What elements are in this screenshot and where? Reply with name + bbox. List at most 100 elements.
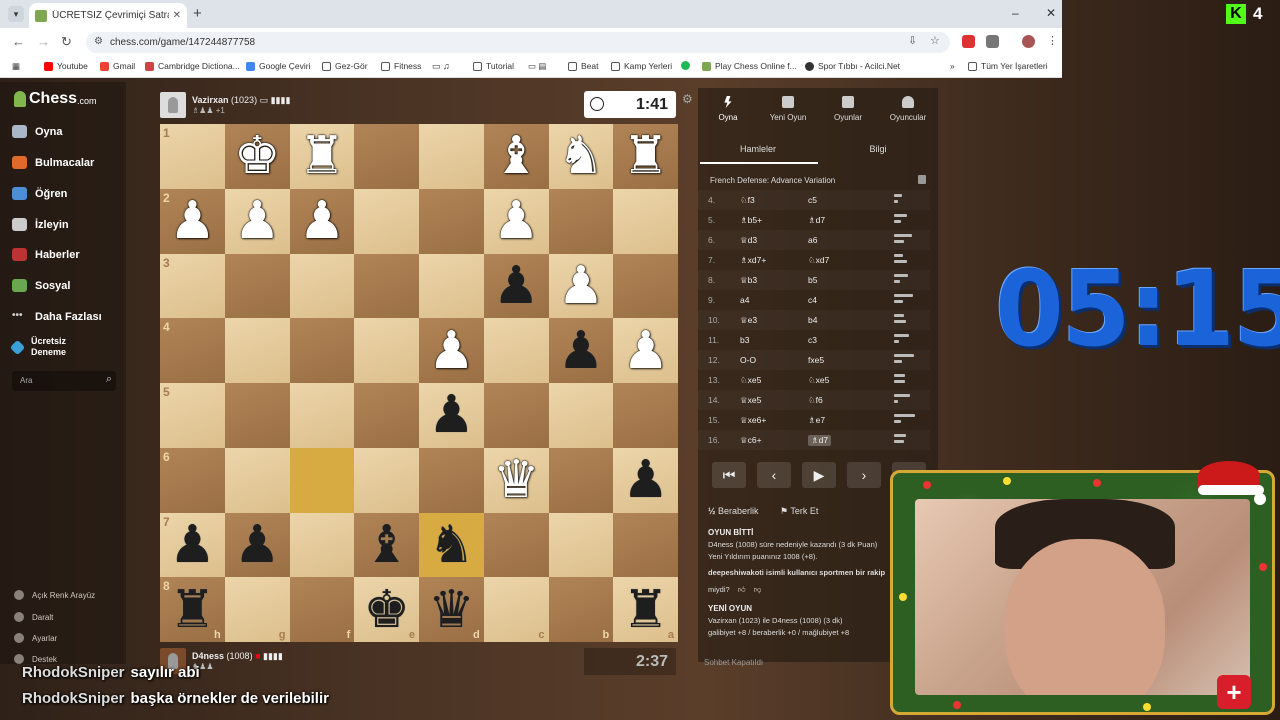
browser-menu-icon[interactable]: ⋮	[1047, 34, 1058, 47]
board-square[interactable]: ♝	[483, 124, 549, 189]
board-square[interactable]	[613, 188, 678, 254]
light-theme-toggle[interactable]: Açık Renk Arayüz	[14, 590, 95, 600]
board-square[interactable]	[354, 318, 419, 383]
board-square[interactable]: e ♚	[354, 577, 419, 642]
black-pawn-piece[interactable]: ♟	[622, 454, 669, 506]
black-move[interactable]: c5	[808, 195, 817, 205]
white-move[interactable]: ♕d3	[740, 235, 757, 246]
white-king-piece[interactable]: ♚	[234, 130, 281, 182]
board-square[interactable]: ♞	[419, 512, 484, 578]
tab-play[interactable]: Oyna	[698, 96, 758, 122]
board-square[interactable]	[419, 188, 484, 254]
white-move[interactable]: b3	[740, 335, 749, 345]
search-icon[interactable]: ⌕	[106, 373, 112, 386]
board-square[interactable]: ♜	[613, 124, 678, 189]
bookmark-fitness[interactable]: Fitness	[381, 61, 421, 71]
white-move[interactable]: ♕b3	[740, 275, 757, 286]
board-square[interactable]: ♟	[289, 188, 355, 254]
apps-grid-icon[interactable]: ▦	[12, 61, 20, 72]
white-pawn-piece[interactable]: ♟	[558, 260, 605, 312]
board-square[interactable]: d ♛	[419, 577, 484, 642]
sidebar-item-play[interactable]: Oyna	[12, 125, 63, 138]
subtab-info[interactable]: Bilgi	[818, 144, 938, 154]
black-knight-piece[interactable]: ♞	[428, 519, 475, 571]
board-square[interactable]: ♟	[483, 253, 549, 319]
sidebar-item-news[interactable]: Haberler	[12, 248, 80, 261]
white-pawn-piece[interactable]: ♟	[622, 325, 669, 377]
board-square[interactable]: c	[483, 577, 549, 642]
sidebar-item-more[interactable]: ••• Daha Fazlası	[12, 310, 102, 323]
board-square[interactable]: b	[548, 577, 614, 642]
black-move[interactable]: c3	[808, 335, 817, 345]
black-rook-piece[interactable]: ♜	[169, 584, 216, 636]
board-square[interactable]: 6	[160, 447, 225, 513]
bookmark-beat[interactable]: Beat	[568, 61, 599, 71]
minimize-icon[interactable]: –	[1012, 6, 1019, 20]
board-square[interactable]	[419, 447, 484, 513]
sidebar-item-free-trial[interactable]: Ücretsiz Deneme	[9, 336, 122, 358]
bookmark-cambridge[interactable]: Cambridge Dictiona...	[145, 61, 240, 71]
black-move[interactable]: ♘xd7	[808, 255, 829, 266]
avatar[interactable]	[160, 92, 186, 118]
board-square[interactable]	[548, 447, 614, 513]
board-square[interactable]: ♟	[613, 447, 678, 513]
white-move[interactable]: ♗xd7+	[740, 255, 766, 266]
board-square[interactable]: 5	[160, 383, 225, 448]
install-icon[interactable]: ⇩	[908, 34, 917, 47]
black-move[interactable]: ♗d7	[808, 215, 825, 226]
board-square[interactable]: ♟	[548, 253, 614, 319]
black-move[interactable]: c4	[808, 295, 817, 305]
bookmark-gmail[interactable]: Gmail	[100, 61, 135, 71]
board-square[interactable]: 2 ♟	[160, 188, 225, 254]
white-move[interactable]: ♕xe6+	[740, 415, 766, 426]
black-pawn-piece[interactable]: ♟	[428, 389, 475, 441]
reload-icon[interactable]: ↻	[61, 34, 72, 50]
board-square[interactable]	[354, 383, 419, 448]
site-info-icon[interactable]: ⚙	[94, 36, 103, 47]
white-move[interactable]: ♕c6+	[740, 435, 762, 446]
collapse-button[interactable]: Daralt	[14, 612, 53, 622]
play-moves-button[interactable]: ▶	[802, 462, 836, 488]
board-square[interactable]	[354, 253, 419, 319]
white-move[interactable]: O-O	[740, 355, 756, 365]
board-square[interactable]: ♟	[419, 383, 484, 448]
tab-search-button[interactable]: ▾	[8, 6, 24, 22]
board-square[interactable]: ♚	[224, 124, 290, 189]
extensions-puzzle-icon[interactable]	[986, 35, 999, 48]
sidebar-item-puzzles[interactable]: Bulmacalar	[12, 156, 94, 169]
black-move[interactable]: ♗e7	[808, 415, 825, 426]
chess-board[interactable]: 1 ♚ ♜ ♝ ♞ ♜ 2 ♟ ♟ ♟ ♟ 3 ♟ ♟ 4 ♟ ♟ ♟ 5 ♟ 6 ♛ ♟ 7 ♟ ♟ ♝ ♞ 8 h ♜ g f e ♚ d ♛ c b a…	[160, 124, 678, 642]
black-move[interactable]: b5	[808, 275, 817, 285]
board-square[interactable]: ♜	[289, 124, 355, 189]
board-square[interactable]	[354, 124, 419, 189]
board-square[interactable]	[224, 383, 290, 448]
black-move[interactable]: fxe5	[808, 355, 824, 365]
board-square[interactable]	[289, 447, 355, 513]
board-square[interactable]: ♟	[613, 318, 678, 383]
black-queen-piece[interactable]: ♛	[428, 584, 475, 636]
board-square[interactable]	[289, 318, 355, 383]
browser-tab-chess[interactable]: ÜCRETSİZ Çevrimiçi Satranç... ✕	[29, 3, 187, 28]
board-square[interactable]: g	[224, 577, 290, 642]
first-move-button[interactable]: ⏮	[712, 462, 746, 488]
board-square[interactable]: 1	[160, 124, 225, 189]
white-rook-piece[interactable]: ♜	[299, 130, 346, 182]
white-bishop-piece[interactable]: ♝	[493, 130, 540, 182]
sidebar-item-social[interactable]: Sosyal	[12, 279, 70, 292]
white-move[interactable]: ♘f3	[740, 195, 755, 206]
board-square[interactable]	[419, 253, 484, 319]
board-square[interactable]: ♞	[548, 124, 614, 189]
board-square[interactable]	[289, 383, 355, 448]
bookmark-star-icon[interactable]: ☆	[930, 34, 940, 47]
tab-games[interactable]: Oyunlar	[818, 96, 878, 122]
board-square[interactable]	[483, 318, 549, 383]
new-tab-button[interactable]: +	[193, 5, 202, 22]
bookmark-music[interactable]: ▭ ♫	[432, 61, 450, 72]
bookmark-tutorial[interactable]: Tutorial	[473, 61, 514, 71]
white-pawn-piece[interactable]: ♟	[428, 325, 475, 377]
black-king-piece[interactable]: ♚	[363, 584, 410, 636]
white-queen-piece[interactable]: ♛	[493, 454, 540, 506]
white-move[interactable]: ♗b5+	[740, 215, 762, 226]
prev-move-button[interactable]: ‹	[757, 462, 791, 488]
support-button[interactable]: Destek	[14, 654, 57, 664]
